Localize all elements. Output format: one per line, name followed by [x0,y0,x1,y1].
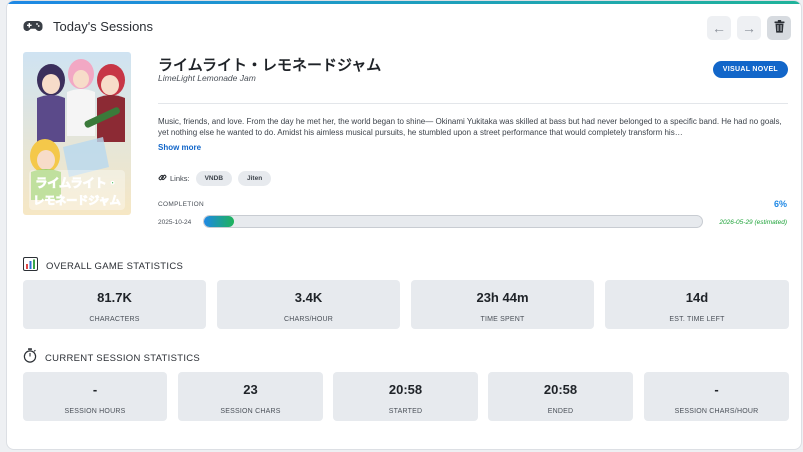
stat-session-hours: - SESSION HOURS [23,372,167,421]
estimated-end-date: 2026-05-29 (estimated) [719,219,787,226]
stat-value: - [714,382,719,397]
prev-session-button[interactable]: ← [707,16,731,40]
arrow-left-icon: ← [712,20,726,36]
cover-logo-line2: レモネードジャム [33,194,120,207]
stat-started: 20:58 STARTED [333,372,478,421]
completion-progress-bar [203,215,703,228]
stat-value: 23h 44m [476,290,529,305]
overall-stats-title: OVERALL GAME STATISTICS [46,261,184,272]
bar-chart-icon [23,257,38,276]
gamepad-icon [23,18,43,34]
completion-label: COMPLETION [158,201,204,208]
stat-label: TIME SPENT [480,316,525,323]
stat-time-spent: 23h 44m TIME SPENT [411,280,594,329]
game-subtitle: LimeLight Lemonade Jam [158,73,256,83]
session-stats-heading: CURRENT SESSION STATISTICS [23,348,200,368]
game-description: Music, friends, and love. From the day h… [158,117,782,137]
stat-value: 14d [685,290,709,305]
links-label-text: Links: [170,174,190,183]
card-header: Today's Sessions [23,18,153,34]
stat-label: EST. TIME LEFT [669,316,725,323]
stat-value: 3.4K [294,290,323,305]
stat-label: SESSION HOURS [64,408,126,415]
completion-percent: 6% [773,199,787,209]
completion-progress-fill [204,216,234,227]
stat-label: CHARS/HOUR [283,316,334,323]
cover-logo-line1: ライムライト・ [35,176,118,190]
link-jiten[interactable]: Jiten [238,171,272,186]
session-stats-title: CURRENT SESSION STATISTICS [45,352,201,364]
link-icon [158,173,167,184]
stat-value: 20:58 [543,382,578,397]
stat-value: 23 [243,382,258,397]
page-title: Today's Sessions [53,18,154,34]
game-title: ライムライト・レモネードジャム [158,57,382,74]
stat-label: ENDED [547,408,574,415]
game-cover-image: ライムライト・ レモネードジャム [23,52,131,215]
stat-label: STARTED [388,408,423,415]
links-label: Links: [158,173,190,184]
stat-session-chars-per-hour: - SESSION CHARS/HOUR [644,372,789,421]
show-more-link[interactable]: Show more [158,143,201,152]
session-nav: ← → [707,16,791,40]
stat-chars-per-hour: 3.4K CHARS/HOUR [217,280,400,329]
stat-label: CHARACTERS [89,316,140,323]
start-date: 2025-10-24 [158,219,192,226]
stopwatch-icon [23,348,37,368]
next-session-button[interactable]: → [737,16,761,40]
links-row: Links: VNDB Jiten [158,171,272,186]
stat-value: 20:58 [388,382,423,397]
link-vndb[interactable]: VNDB [195,171,233,186]
delete-session-button[interactable] [767,16,791,40]
accent-line [7,1,801,4]
divider [158,103,788,104]
trash-icon [774,20,785,36]
stat-value: 81.7K [97,290,132,305]
overall-stats-heading: OVERALL GAME STATISTICS [23,257,183,276]
sessions-card: Today's Sessions ← → ライムライト・ レモネードジャム ライ… [6,0,802,450]
stat-est-time-left: 14d EST. TIME LEFT [605,280,789,329]
arrow-right-icon: → [742,20,756,36]
stat-session-chars: 23 SESSION CHARS [178,372,323,421]
stat-value: - [92,382,98,397]
stat-ended: 20:58 ENDED [488,372,633,421]
stat-characters: 81.7K CHARACTERS [23,280,206,329]
stat-label: SESSION CHARS [220,408,281,415]
game-type-badge: VISUAL NOVEL [712,61,788,78]
stat-label: SESSION CHARS/HOUR [674,408,759,415]
